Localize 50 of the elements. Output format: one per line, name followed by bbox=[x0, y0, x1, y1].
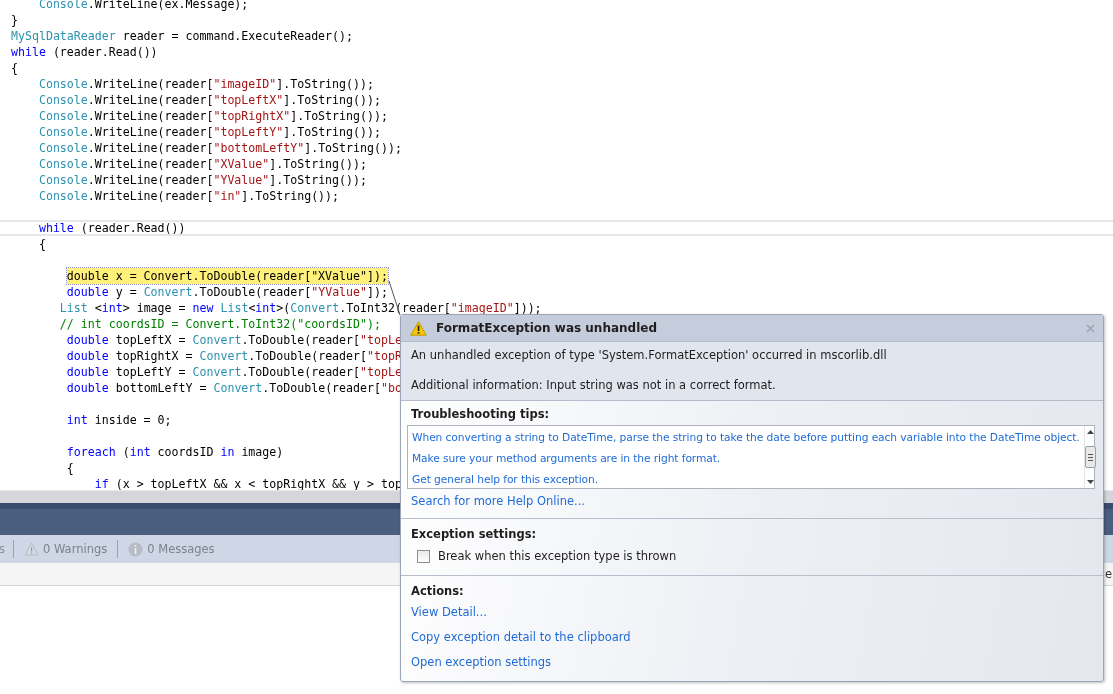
break-checkbox[interactable]: Break when this exception type is thrown bbox=[417, 543, 1093, 569]
error-count-label: s bbox=[0, 542, 5, 556]
checkbox[interactable] bbox=[417, 549, 430, 563]
scroll-down-icon bbox=[1086, 480, 1094, 484]
code-line: double y = Convert.ToDouble(reader["YValue"]); bbox=[65, 284, 388, 300]
tip-link[interactable]: When converting a string to DateTime, parse the string to take the date before putting each variable into the DateTime object. bbox=[412, 427, 1080, 448]
column-header: e bbox=[1104, 567, 1112, 581]
scroll-up-icon bbox=[1086, 430, 1094, 434]
code-line: // int coordsID = Convert.ToInt32("coordsID"); bbox=[58, 316, 381, 332]
code-line: int inside = 0; bbox=[65, 412, 172, 428]
action-link[interactable]: Copy exception detail to the clipboard bbox=[411, 625, 1093, 650]
warnings-toggle[interactable]: 0 Warnings bbox=[22, 542, 110, 556]
section-heading: Troubleshooting tips: bbox=[411, 406, 551, 423]
current-statement: double x = Convert.ToDouble(reader["XValue"]); bbox=[66, 268, 388, 284]
section-heading: Actions: bbox=[411, 583, 465, 600]
code-line: Console.WriteLine(reader["XValue"].ToString()); bbox=[37, 156, 367, 172]
code-line: List <int> image = new List<int>(Convert.ToInt32(reader["imageID"])); bbox=[58, 300, 542, 316]
code-line: Console.WriteLine(ex.Message); bbox=[37, 0, 249, 12]
section-heading: Exception settings: bbox=[411, 526, 538, 543]
warning-icon bbox=[24, 542, 39, 556]
code-line: MySqlDataReader reader = command.ExecuteReader(); bbox=[11, 28, 354, 44]
code-line: while (reader.Read()) bbox=[11, 44, 158, 60]
code-line: foreach (int coordsID in image) bbox=[65, 444, 284, 460]
tip-link[interactable]: Make sure your method arguments are in the right format. bbox=[412, 448, 1080, 469]
code-line: Console.WriteLine(reader["imageID"].ToString()); bbox=[37, 76, 374, 92]
warning-icon bbox=[410, 320, 427, 336]
code-line: Console.WriteLine(reader["topRightX"].ToString()); bbox=[37, 108, 388, 124]
popup-title: FormatException was unhandled bbox=[436, 321, 658, 335]
info-icon bbox=[128, 541, 144, 557]
action-link[interactable]: Open exception settings bbox=[411, 650, 1093, 675]
vertical-scrollbar[interactable] bbox=[1083, 426, 1096, 488]
exception-message: An unhandled exception of type 'System.FormatException' occurred in mscorlib.dll bbox=[411, 347, 888, 363]
code-line: double topLeftY = Convert.ToDouble(reader["topLe bbox=[65, 364, 402, 380]
additional-information: Additional information: Input string was not in a correct format. bbox=[411, 377, 777, 393]
scroll-thumb[interactable] bbox=[1084, 446, 1096, 468]
code-line: { bbox=[11, 60, 18, 76]
search-help-link[interactable]: Search for more Help Online... bbox=[411, 490, 1093, 512]
code-line: Console.WriteLine(reader["bottomLeftY"].ToString()); bbox=[37, 140, 402, 156]
code-line: Console.WriteLine(reader["in"].ToString()); bbox=[37, 188, 340, 204]
messages-toggle[interactable]: 0 Messages bbox=[126, 541, 217, 557]
tip-link[interactable]: Get general help for this exception. bbox=[412, 469, 1080, 490]
action-link[interactable]: View Detail... bbox=[411, 600, 1093, 625]
code-line: while (reader.Read()) bbox=[37, 222, 186, 234]
code-line: Console.WriteLine(reader["YValue"].ToString()); bbox=[37, 172, 367, 188]
code-line: Console.WriteLine(reader["topLeftY"].ToString()); bbox=[37, 124, 381, 140]
code-line: { bbox=[37, 236, 46, 252]
code-line: Console.WriteLine(reader["topLeftX"].ToString()); bbox=[37, 92, 381, 108]
code-line: } bbox=[11, 12, 18, 28]
code-line: { bbox=[65, 460, 74, 476]
code-line: double topLeftX = Convert.ToDouble(reader["topLe bbox=[65, 332, 402, 348]
